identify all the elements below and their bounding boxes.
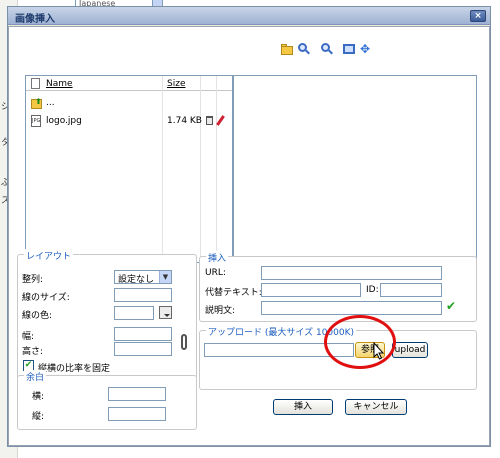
- pencil-icon[interactable]: [216, 115, 225, 126]
- insert-image-dialog: 画像挿入 × ✥ Name Size ⬆ ... JPG logo.jpg 1.…: [7, 6, 491, 447]
- horizontal-margin-label: 横:: [32, 392, 45, 402]
- id-input[interactable]: [380, 283, 442, 297]
- name-column-header[interactable]: Name: [46, 79, 73, 89]
- chain-link-icon[interactable]: [181, 334, 187, 350]
- description-input[interactable]: [261, 301, 442, 315]
- image-file-icon: JPG: [31, 115, 41, 127]
- vertical-margin-input[interactable]: [108, 407, 166, 421]
- parent-folder-row[interactable]: ⬆ ...: [26, 97, 232, 113]
- chevron-down-icon: ▼: [159, 271, 171, 283]
- parent-folder-label: ...: [46, 98, 55, 108]
- size-column-header[interactable]: Size: [167, 79, 185, 89]
- zoom-out-icon[interactable]: [321, 43, 333, 55]
- file-list: Name Size ⬆ ... JPG logo.jpg 1.74 KB: [25, 75, 233, 263]
- image-preview-pane: [233, 75, 477, 263]
- border-size-label: 線のサイズ:: [22, 293, 70, 303]
- fit-icon[interactable]: [343, 43, 355, 55]
- horizontal-margin-input[interactable]: [108, 387, 166, 401]
- border-size-input[interactable]: [114, 288, 172, 302]
- mouse-cursor-icon: [373, 342, 385, 360]
- file-name: logo.jpg: [46, 116, 82, 126]
- description-label: 説明文:: [205, 306, 236, 316]
- vertical-margin-label: 縦:: [32, 412, 45, 422]
- border-color-input[interactable]: [114, 306, 154, 320]
- dialog-body: ✥ Name Size ⬆ ... JPG logo.jpg 1.74 KB レ…: [8, 26, 490, 446]
- file-row[interactable]: JPG logo.jpg 1.74 KB: [26, 114, 232, 129]
- close-button[interactable]: ×: [470, 10, 486, 22]
- alt-text-label: 代替テキスト:: [205, 288, 262, 298]
- parent-folder-icon: ⬆: [31, 97, 42, 109]
- keep-ratio-label: 縦横の比率を固定: [38, 364, 111, 374]
- check-icon[interactable]: ✔: [446, 299, 456, 313]
- file-list-header: Name Size: [26, 76, 232, 91]
- move-icon[interactable]: ✥: [359, 43, 371, 55]
- cancel-button[interactable]: キャンセル: [345, 399, 407, 415]
- upload-button[interactable]: upload: [392, 342, 428, 358]
- insert-legend: 挿入: [206, 251, 229, 264]
- align-label: 整列:: [22, 275, 44, 285]
- insert-fieldset: 挿入 URL: 代替テキスト: ID: 説明文: ✔: [199, 251, 477, 322]
- margin-legend: 余白: [24, 370, 47, 383]
- insert-button[interactable]: 挿入: [273, 399, 333, 415]
- height-input[interactable]: [114, 342, 172, 356]
- trash-icon[interactable]: [206, 116, 213, 125]
- dialog-title: 画像挿入: [15, 14, 55, 25]
- file-type-icon: [31, 78, 40, 89]
- width-label: 幅:: [22, 332, 35, 342]
- dialog-titlebar: 画像挿入 ×: [8, 7, 490, 25]
- folder-icon[interactable]: [281, 43, 293, 55]
- layout-fieldset: レイアウト 整列: 設定なし ▼ 線のサイズ: 線の色: 幅: 高さ: ✔ 縦横…: [17, 249, 197, 379]
- zoom-in-icon[interactable]: [298, 43, 310, 55]
- url-label: URL:: [205, 268, 226, 278]
- align-select[interactable]: 設定なし ▼: [114, 270, 172, 285]
- width-input[interactable]: [114, 327, 172, 341]
- color-picker-button[interactable]: [159, 306, 172, 319]
- layout-legend: レイアウト: [24, 249, 74, 262]
- file-size: 1.74 KB: [167, 116, 202, 126]
- url-input[interactable]: [261, 266, 442, 280]
- height-label: 高さ:: [22, 347, 44, 357]
- border-color-label: 線の色:: [22, 311, 53, 321]
- annotation-circle: [324, 315, 396, 369]
- alt-text-input[interactable]: [261, 283, 361, 297]
- align-select-value: 設定なし: [118, 275, 155, 285]
- margin-fieldset: 余白 横: 縦:: [17, 370, 197, 430]
- id-label: ID:: [366, 285, 379, 295]
